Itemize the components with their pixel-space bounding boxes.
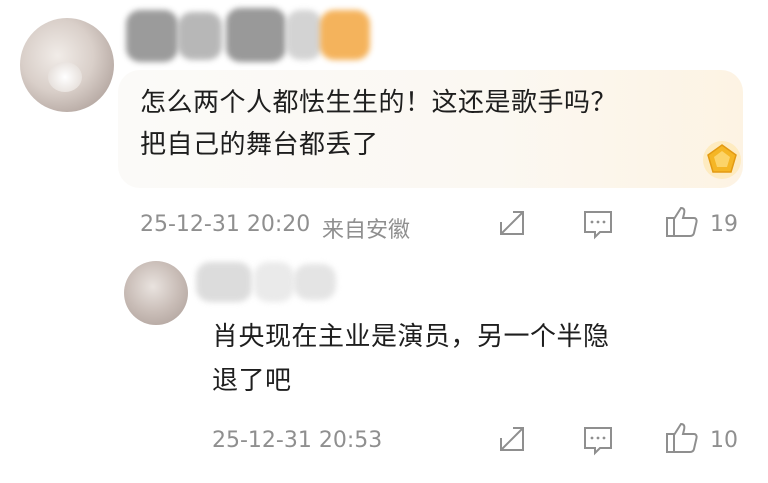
share-icon[interactable]: [497, 424, 527, 454]
comment-icon[interactable]: [582, 208, 614, 240]
comment-like-count: 19: [710, 212, 738, 237]
reply-like-count: 10: [710, 428, 738, 453]
reply-text-line-2: 退了吧: [212, 366, 292, 396]
comment-icon[interactable]: [582, 424, 614, 456]
comment-location: 来自安徽: [322, 218, 411, 243]
like-icon[interactable]: [664, 204, 700, 240]
comment-timestamp: 25-12-31 20:20: [140, 212, 311, 237]
comment-text-line-1: 怎么两个人都怯生生的！这还是歌手吗？: [140, 88, 618, 118]
comment-avatar[interactable]: [20, 18, 114, 112]
like-icon[interactable]: [664, 420, 700, 456]
reply-avatar[interactable]: [124, 261, 188, 325]
reply-timestamp: 25-12-31 20:53: [212, 428, 383, 453]
comment-text-line-2: 把自己的舞台都丢了: [140, 130, 379, 160]
reply-text-line-1: 肖央现在主业是演员，另一个半隐: [212, 322, 610, 352]
share-icon[interactable]: [497, 208, 527, 238]
vip-badge-icon: [700, 138, 744, 182]
